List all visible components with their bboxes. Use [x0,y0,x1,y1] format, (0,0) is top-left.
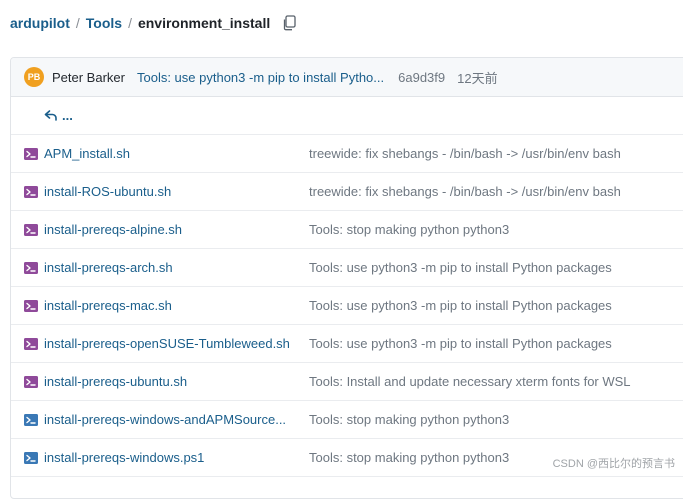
file-row[interactable]: install-prereqs-openSUSE-Tumbleweed.shTo… [11,325,683,363]
watermark: CSDN @西比尔的预言书 [553,455,675,471]
file-row[interactable]: install-prereqs-alpine.shTools: stop mak… [11,211,683,249]
file-name-link[interactable]: install-prereqs-arch.sh [44,260,306,275]
latest-commit-bar: PB Peter Barker Tools: use python3 -m pi… [11,58,683,97]
file-name-link[interactable]: install-prereqs-mac.sh [44,298,306,313]
copy-path-icon[interactable] [282,15,296,31]
shell-script-icon [24,376,38,388]
file-commit-message-link[interactable]: Tools: stop making python python3 [309,412,683,427]
file-commit-message-link[interactable]: Tools: use python3 -m pip to install Pyt… [309,336,683,351]
powershell-icon [24,414,38,426]
shell-script-icon [24,224,38,236]
shell-script-icon [24,186,38,198]
file-commit-message-link[interactable]: Tools: Install and update necessary xter… [309,374,683,389]
breadcrumb-repo-link[interactable]: ardupilot [10,15,70,31]
shell-script-icon [24,262,38,274]
commit-message-link[interactable]: Tools: use python3 -m pip to install Pyt… [137,70,384,85]
shell-script-icon [24,148,38,160]
commit-author[interactable]: Peter Barker [52,70,125,85]
file-name-link[interactable]: install-prereqs-alpine.sh [44,222,306,237]
shell-script-icon [24,300,38,312]
breadcrumb: ardupilot / Tools / environment_install [10,12,296,34]
commit-sha-link[interactable]: 6a9d3f9 [398,70,445,85]
file-row[interactable]: install-prereqs-arch.shTools: use python… [11,249,683,287]
powershell-icon [24,452,38,464]
file-list-table: PB Peter Barker Tools: use python3 -m pi… [10,57,683,499]
file-name-link[interactable]: install-prereqs-openSUSE-Tumbleweed.sh [44,336,306,351]
breadcrumb-separator: / [128,15,132,31]
parent-directory-label: ... [62,108,73,123]
avatar[interactable]: PB [24,67,44,87]
back-arrow-icon [44,110,58,121]
commit-time: 12天前 [457,68,497,87]
file-commit-message-link[interactable]: treewide: fix shebangs - /bin/bash -> /u… [309,184,683,199]
file-commit-message-link[interactable]: Tools: use python3 -m pip to install Pyt… [309,260,683,275]
file-row[interactable]: install-prereqs-windows-andAPMSource...T… [11,401,683,439]
file-row[interactable]: install-prereqs-mac.shTools: use python3… [11,287,683,325]
file-row[interactable]: install-ROS-ubuntu.shtreewide: fix sheba… [11,173,683,211]
file-name-link[interactable]: install-prereqs-windows-andAPMSource... [44,412,306,427]
breadcrumb-separator: / [76,15,80,31]
file-row[interactable]: APM_install.shtreewide: fix shebangs - /… [11,135,683,173]
file-name-link[interactable]: APM_install.sh [44,146,306,161]
file-name-link[interactable]: install-ROS-ubuntu.sh [44,184,306,199]
parent-directory-row[interactable]: ... [11,97,683,135]
shell-script-icon [24,338,38,350]
parent-directory-link[interactable]: ... [44,108,73,123]
breadcrumb-current: environment_install [138,15,270,31]
file-name-link[interactable]: install-prereqs-windows.ps1 [44,450,306,465]
file-commit-message-link[interactable]: treewide: fix shebangs - /bin/bash -> /u… [309,146,683,161]
file-row[interactable]: install-prereqs-ubuntu.shTools: Install … [11,363,683,401]
breadcrumb-folder-link[interactable]: Tools [86,15,122,31]
file-name-link[interactable]: install-prereqs-ubuntu.sh [44,374,306,389]
file-commit-message-link[interactable]: Tools: stop making python python3 [309,222,683,237]
file-commit-message-link[interactable]: Tools: use python3 -m pip to install Pyt… [309,298,683,313]
